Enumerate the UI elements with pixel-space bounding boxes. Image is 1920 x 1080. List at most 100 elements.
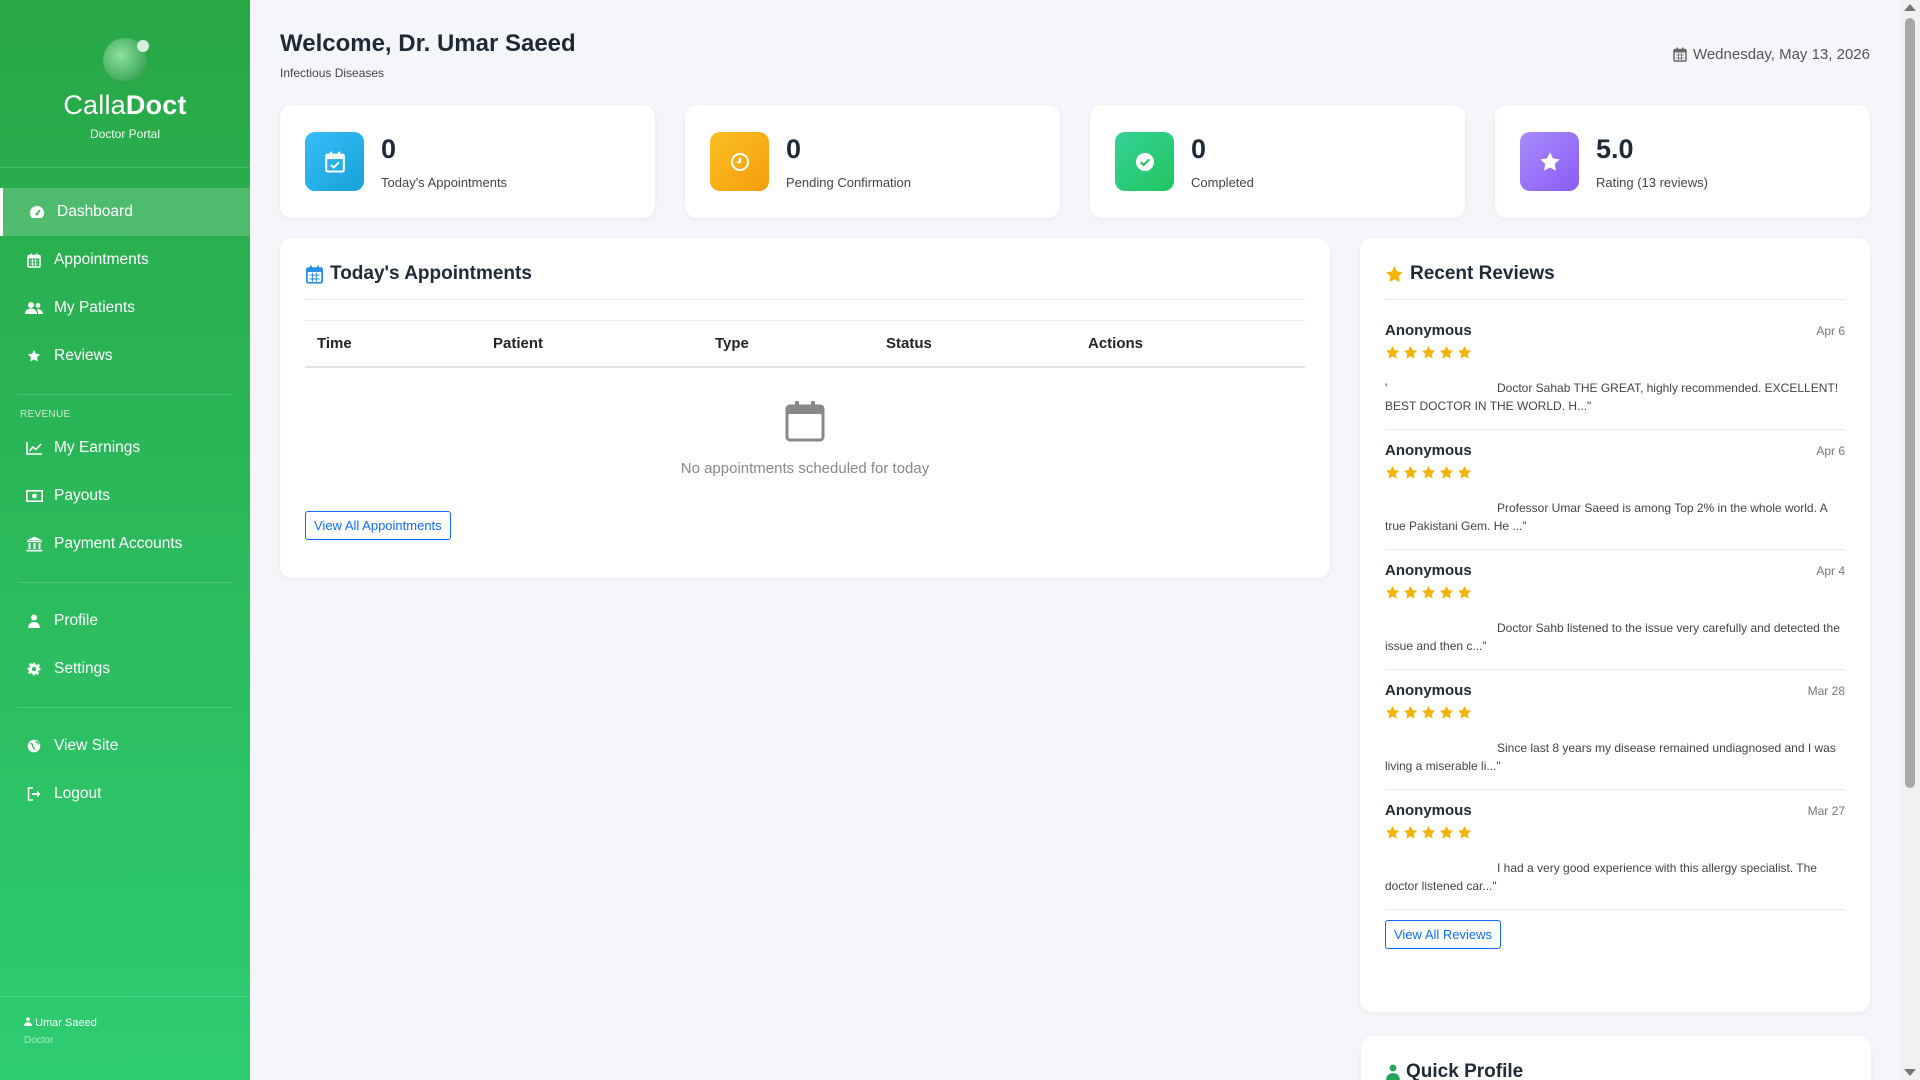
sidebar-item-my-earnings[interactable]: My Earnings xyxy=(0,424,250,472)
view-all-reviews-button[interactable]: View All Reviews xyxy=(1385,920,1502,949)
brand-name-bold: Doct xyxy=(125,90,187,120)
sidebar-item-my-patients[interactable]: My Patients xyxy=(0,284,250,332)
footer-user: Umar Saeed xyxy=(24,1017,226,1029)
star-icon xyxy=(1421,345,1436,365)
review-date: Mar 27 xyxy=(1807,804,1845,818)
logout-icon xyxy=(24,787,44,801)
user-icon xyxy=(24,1017,32,1026)
chart-line-icon xyxy=(24,441,44,455)
stat-label: Today's Appointments xyxy=(381,174,508,190)
main-content: Welcome, Dr. Umar Saeed Infectious Disea… xyxy=(250,0,1900,1080)
sidebar-item-label: Appointments xyxy=(54,251,149,268)
card-title: Quick Profile xyxy=(1386,1061,1846,1080)
calendar-check-icon xyxy=(305,132,364,191)
star-icon xyxy=(1385,705,1400,725)
star-icon xyxy=(1457,345,1472,365)
user-icon xyxy=(1386,1064,1400,1080)
calendar-icon xyxy=(306,265,323,284)
review-date: Mar 28 xyxy=(1807,684,1845,698)
view-all-appointments-button[interactable]: View All Appointments xyxy=(305,511,451,540)
current-date: Wednesday, May 13, 2026 xyxy=(1673,46,1870,63)
stat-card-todays-appointments: 0 Today's Appointments xyxy=(280,105,655,218)
sidebar-item-dashboard[interactable]: Dashboard xyxy=(0,188,250,236)
sidebar-divider xyxy=(18,707,232,708)
content-row: Today's Appointments Time Patient Type S… xyxy=(280,238,1870,1012)
page-scrollbar[interactable] xyxy=(1900,0,1920,1080)
star-icon xyxy=(1520,132,1579,191)
globe-icon xyxy=(24,739,44,753)
page-subtitle: Infectious Diseases xyxy=(280,66,385,80)
sidebar-item-label: My Patients xyxy=(54,299,135,316)
column-header-time: Time xyxy=(305,320,481,368)
review-item: Anonymous Apr 4 Doctor Sahb listened to th… xyxy=(1385,550,1845,670)
recent-reviews-card: Recent Reviews Anonymous Apr 6 ' Doctor Sah… xyxy=(1360,238,1870,1012)
stat-label: Pending Confirmation xyxy=(786,174,912,190)
clock-icon xyxy=(710,132,769,191)
review-author: Anonymous xyxy=(1385,442,1472,459)
review-author: Anonymous xyxy=(1385,322,1472,339)
review-item: Anonymous Mar 28 Since last 8 years my dis… xyxy=(1385,670,1845,790)
stat-value: 0 xyxy=(381,133,397,164)
scroll-up-arrow[interactable] xyxy=(1904,4,1916,11)
review-date: Apr 6 xyxy=(1816,324,1845,338)
stat-value: 0 xyxy=(1191,133,1207,164)
sidebar-item-settings[interactable]: Settings xyxy=(0,645,250,693)
review-text: ' Doctor Sahab THE GREAT, highly recommen… xyxy=(1385,379,1845,415)
star-icon xyxy=(1385,585,1400,605)
star-icon xyxy=(1385,825,1400,845)
calendar-icon xyxy=(1673,47,1687,62)
review-author: Anonymous xyxy=(1385,682,1472,699)
star-icon xyxy=(1403,825,1418,845)
star-icon xyxy=(1439,825,1454,845)
sidebar-item-label: View Site xyxy=(54,737,119,754)
review-body: Since last 8 years my disease remained u… xyxy=(1385,741,1836,773)
column-header-actions: Actions xyxy=(1076,320,1305,368)
brand-name-light: Calla xyxy=(63,90,126,120)
empty-state: No appointments scheduled for today xyxy=(305,368,1305,484)
card-title-text: Quick Profile xyxy=(1406,1061,1524,1080)
sidebar-item-label: My Earnings xyxy=(54,439,141,456)
review-body: I had a very good experience with this a… xyxy=(1385,861,1817,893)
sidebar-item-view-site[interactable]: View Site xyxy=(0,722,250,770)
scroll-thumb[interactable] xyxy=(1905,18,1915,788)
calendar-empty-icon xyxy=(785,401,825,442)
dashboard-icon xyxy=(27,205,47,219)
star-icon xyxy=(1421,465,1436,485)
scroll-down-arrow[interactable] xyxy=(1904,1069,1916,1076)
star-icon xyxy=(1385,345,1400,365)
review-body: Doctor Sahb listened to the issue very c… xyxy=(1385,621,1840,653)
stat-card-completed: 0 Completed xyxy=(1090,105,1465,218)
review-date: Apr 4 xyxy=(1816,564,1845,578)
brand-subtitle: Doctor Portal xyxy=(89,127,161,141)
quick-profile-card: Quick Profile xyxy=(1361,1036,1871,1080)
review-rating xyxy=(1385,585,1845,605)
sidebar-item-profile[interactable]: Profile xyxy=(0,597,250,645)
review-author: Anonymous xyxy=(1385,562,1472,579)
sidebar-item-label: Payouts xyxy=(54,487,111,504)
review-text: Doctor Sahb listened to the issue very c… xyxy=(1385,619,1845,655)
column-header-type: Type xyxy=(703,320,874,368)
footer-user-role: Doctor xyxy=(24,1035,54,1046)
check-circle-icon xyxy=(1115,132,1174,191)
star-icon xyxy=(1421,585,1436,605)
stat-card-rating: 5.0 Rating (13 reviews) xyxy=(1495,105,1870,218)
sidebar-item-label: Settings xyxy=(54,660,111,677)
sidebar-item-payment-accounts[interactable]: Payment Accounts xyxy=(0,520,250,568)
star-icon xyxy=(1403,465,1418,485)
brand-name: CallaDoct xyxy=(0,90,250,121)
sidebar-item-appointments[interactable]: Appointments xyxy=(0,236,250,284)
sidebar-item-logout[interactable]: Logout xyxy=(0,770,250,818)
sidebar-item-payouts[interactable]: Payouts xyxy=(0,472,250,520)
review-text: Professor Umar Saeed is among Top 2% in … xyxy=(1385,499,1845,535)
table-header-row: Time Patient Type Status Actions xyxy=(305,320,1305,368)
sidebar-item-label: Reviews xyxy=(54,347,113,364)
sidebar-item-label: Logout xyxy=(54,785,102,802)
money-icon xyxy=(24,490,44,502)
brand[interactable]: CallaDoct Doctor Portal xyxy=(0,0,250,168)
sidebar-item-label: Payment Accounts xyxy=(54,535,183,552)
stat-card-pending-confirmation: 0 Pending Confirmation xyxy=(685,105,1060,218)
sidebar: CallaDoct Doctor Portal Dashboard Appoin… xyxy=(0,0,250,1080)
user-icon xyxy=(24,614,44,628)
star-icon xyxy=(1457,465,1472,485)
sidebar-item-reviews[interactable]: Reviews xyxy=(0,332,250,380)
